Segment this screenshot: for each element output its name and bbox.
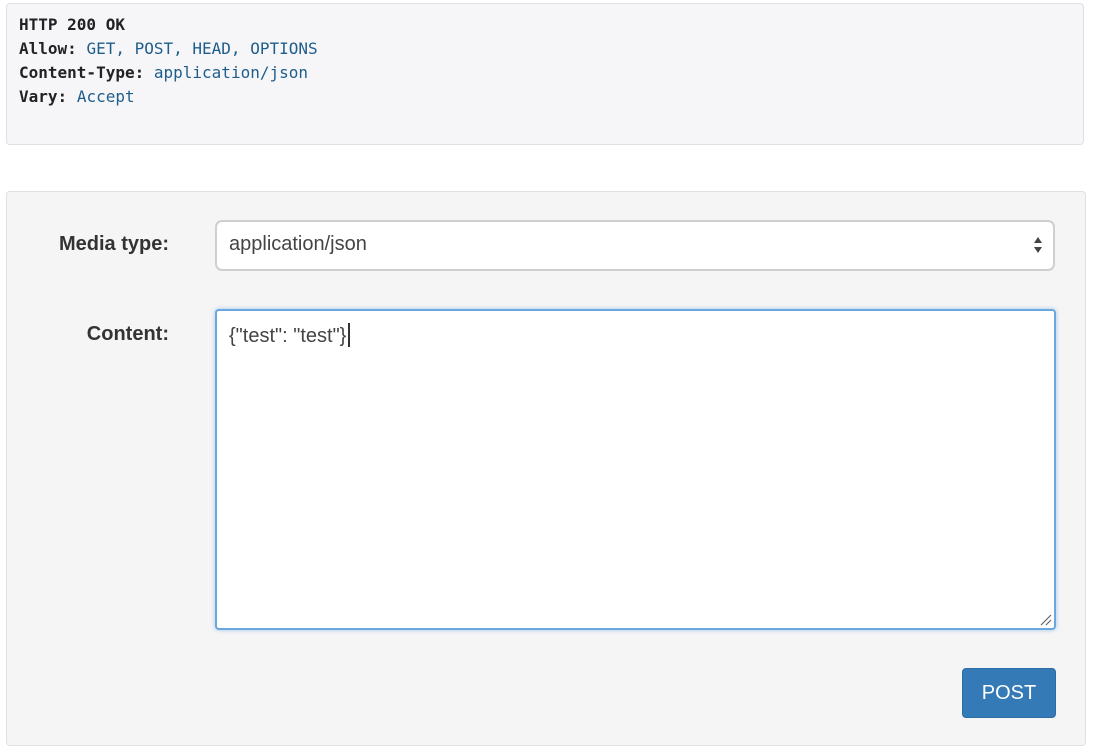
resize-grip-icon[interactable] [1038, 612, 1052, 626]
header-key: Vary: [19, 87, 68, 106]
media-type-selected-value: application/json [229, 233, 367, 255]
media-type-select[interactable]: application/json [215, 220, 1055, 271]
response-header-allow: Allow: GET, POST, HEAD, OPTIONS [19, 37, 1071, 61]
response-info: HTTP 200 OK Allow: GET, POST, HEAD, OPTI… [6, 3, 1084, 145]
content-text: {"test": "test"} [229, 325, 347, 347]
header-key: Content-Type: [19, 63, 145, 82]
response-status: HTTP 200 OK [19, 15, 125, 34]
header-value: application/json [153, 63, 308, 82]
up-down-chevron-icon [1034, 237, 1042, 253]
content-label: Content: [86, 323, 169, 345]
media-type-label: Media type: [58, 233, 169, 255]
content-textarea[interactable]: {"test": "test"} [215, 309, 1056, 630]
text-caret [348, 323, 350, 347]
header-value: GET, POST, HEAD, OPTIONS [86, 39, 318, 58]
response-header-vary: Vary: Accept [19, 85, 1071, 109]
request-form-panel: Media type: application/json Content: {"… [6, 191, 1086, 746]
response-header-content-type: Content-Type: application/json [19, 61, 1071, 85]
post-button[interactable]: POST [962, 668, 1056, 718]
header-value: Accept [76, 87, 135, 106]
header-key: Allow: [19, 39, 77, 58]
